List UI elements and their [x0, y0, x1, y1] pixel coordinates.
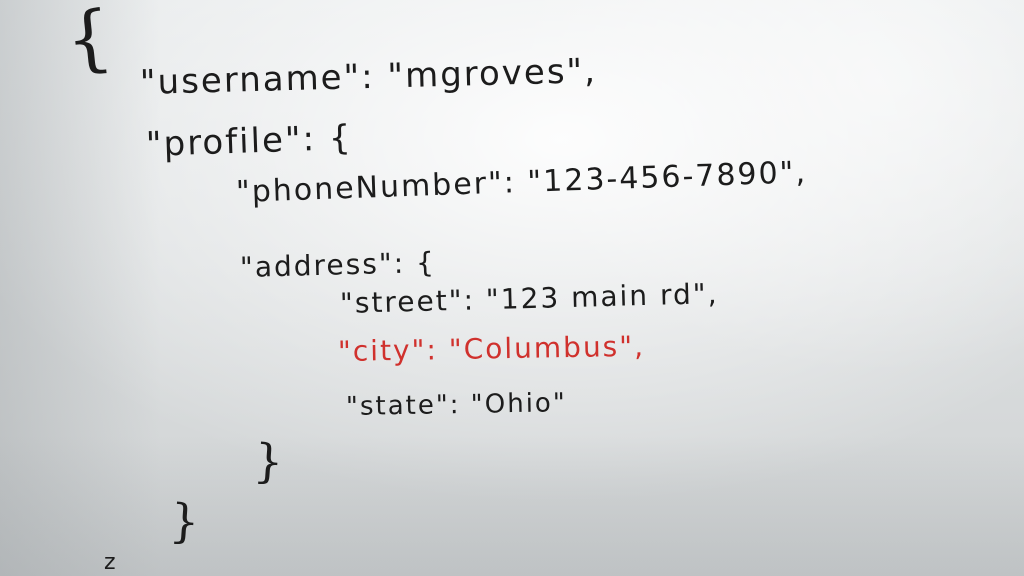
- board-shadow-bottom: [0, 436, 1024, 576]
- close-address-brace: }: [252, 433, 286, 489]
- address-line: "address": {: [239, 245, 437, 284]
- city-line: "city": "Columbus",: [337, 329, 646, 368]
- state-line: "state": "Ohio": [345, 388, 568, 422]
- profile-line: "profile": {: [145, 117, 354, 165]
- close-profile-brace: }: [168, 493, 202, 549]
- open-brace: {: [61, 0, 117, 83]
- trailing-ink-mark: z: [104, 550, 118, 575]
